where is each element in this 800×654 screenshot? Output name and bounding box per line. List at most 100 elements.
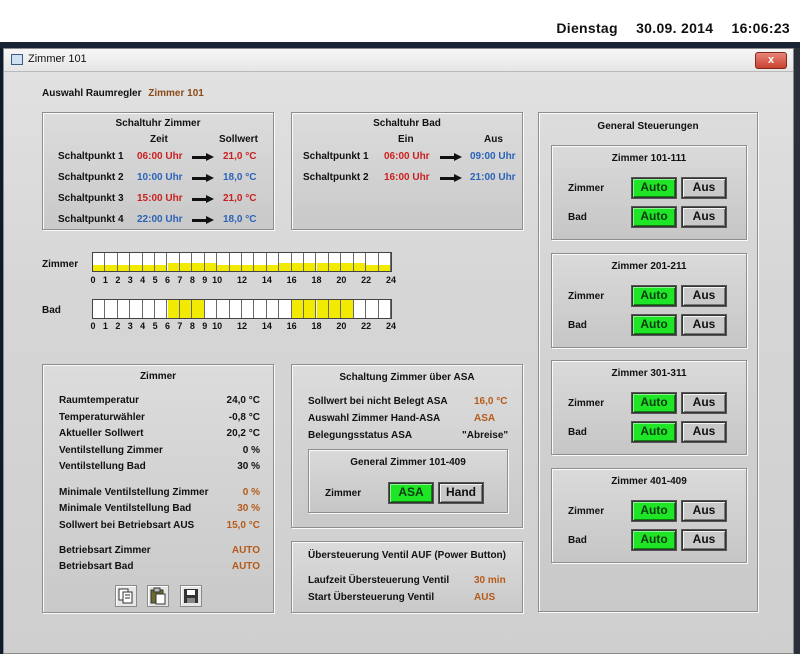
bad-auto-button[interactable]: Auto xyxy=(631,528,677,551)
group-row-zimmer-label: Zimmer xyxy=(568,398,605,409)
save-icon[interactable] xyxy=(180,585,202,607)
date-text: 30.09. 2014 xyxy=(636,20,714,36)
group-row-zimmer-label: Zimmer xyxy=(568,183,605,194)
bad-auto-button[interactable]: Auto xyxy=(631,206,677,228)
schaltpunkt-label: Schaltpunkt 2 xyxy=(303,172,369,183)
override-label: Start Übersteuerung Ventil xyxy=(308,592,435,603)
schaltpunkt-time[interactable]: 22:00 Uhr xyxy=(137,214,183,225)
timeline-bad-slot xyxy=(192,300,205,318)
schaltpunkt-aus[interactable]: 09:00 Uhr xyxy=(470,151,516,162)
zimmer-info-label: Aktueller Sollwert xyxy=(59,428,144,439)
timeline-bad-slot xyxy=(379,300,391,318)
timeline-bad-slot xyxy=(279,300,292,318)
timeline-zimmer-slot xyxy=(179,253,193,271)
zimmer-aus-button[interactable]: Aus xyxy=(681,284,727,307)
timeline-tick-label: 24 xyxy=(385,275,396,285)
zimmer-info-label: Ventilstellung Bad xyxy=(59,461,146,472)
timeline-zimmer-fill xyxy=(341,262,353,271)
timeline-zimmer-slot xyxy=(341,253,354,271)
bad-aus-button[interactable]: Aus xyxy=(681,528,727,551)
col-ein: Ein xyxy=(398,134,414,145)
zimmer-aus-button[interactable]: Aus xyxy=(681,392,727,414)
schaltpunkt-time[interactable]: 15:00 Uhr xyxy=(137,193,183,204)
schaltuhr-bad-panel: Schaltuhr Bad Ein Aus Schaltpunkt 1 06:00… xyxy=(291,112,523,230)
zimmer-auto-button[interactable]: Auto xyxy=(631,499,677,522)
col-aus: Aus xyxy=(484,134,503,145)
asa-label: Sollwert bei nicht Belegt ASA xyxy=(308,396,448,407)
hand-button[interactable]: Hand xyxy=(438,482,484,504)
group-row-bad-label: Bad xyxy=(568,534,587,546)
schaltpunkt-time[interactable]: 06:00 Uhr xyxy=(137,151,183,162)
timeline-tick-label: 22 xyxy=(361,275,372,285)
schaltpunkt-ein[interactable]: 06:00 Uhr xyxy=(384,151,430,162)
timeline-zimmer-fill xyxy=(192,262,204,271)
window-titlebar[interactable]: Zimmer 101 x xyxy=(4,49,793,72)
zimmer-auto-button[interactable]: Auto xyxy=(631,284,677,307)
zimmer-auto-button[interactable]: Auto xyxy=(631,392,677,414)
schaltpunkt-value[interactable]: 18,0 °C xyxy=(223,172,256,183)
zimmer-auto-button[interactable]: Auto xyxy=(631,177,677,199)
timeline-zimmer-slot xyxy=(366,253,379,271)
asa-button[interactable]: ASA xyxy=(388,482,434,504)
system-topbar: Dienstag 30.09. 2014 16:06:23 xyxy=(0,0,800,42)
timeline-tick-label: 16 xyxy=(286,275,297,285)
asa-label: Auswahl Zimmer Hand-ASA xyxy=(308,413,441,424)
timeline-tick-label: 24 xyxy=(385,321,396,331)
schaltuhr-zimmer-panel: Schaltuhr Zimmer Zeit Sollwert Schaltpun… xyxy=(42,112,274,230)
timeline-bad-slot xyxy=(130,300,143,318)
timeline-zimmer-fill xyxy=(316,262,328,271)
bad-aus-button[interactable]: Aus xyxy=(681,421,727,443)
timeline-zimmer-fill xyxy=(328,262,341,271)
schaltpunkt-label: Schaltpunkt 4 xyxy=(58,214,124,225)
timeline-zimmer-slot xyxy=(167,253,180,271)
timeline-bad-slot xyxy=(341,300,354,318)
timeline-zimmer-slot xyxy=(130,253,143,271)
window-title: Zimmer 101 xyxy=(28,53,87,65)
bad-auto-button[interactable]: Auto xyxy=(631,421,677,443)
copy-icon[interactable] xyxy=(115,585,137,607)
timeline-bad-bar xyxy=(92,299,392,319)
timeline-zimmer-slot xyxy=(353,253,367,271)
group-title: Zimmer 201-211 xyxy=(611,260,687,272)
timeline-tick-label: 10 xyxy=(212,321,223,331)
desktop-right-strip xyxy=(794,48,800,654)
timeline-zimmer-slot xyxy=(217,253,230,271)
timeline-zimmer-fill xyxy=(304,262,316,271)
zimmer-aus-button[interactable]: Aus xyxy=(681,177,727,199)
timeline-zimmer-fill xyxy=(378,264,390,271)
timeline-tick-label: 12 xyxy=(236,321,247,331)
timeline-zimmer-slot xyxy=(279,253,292,271)
asa-panel: Schaltung Zimmer über ASA General Zimmer… xyxy=(291,364,523,528)
zimmer-aus-button[interactable]: Aus xyxy=(681,499,727,522)
arrow-right-icon xyxy=(440,153,462,161)
room-selector-label: Auswahl Raumregler xyxy=(42,88,142,99)
zimmer-info-value: 30 % xyxy=(237,461,260,472)
paste-icon[interactable] xyxy=(147,585,169,607)
timeline-zimmer-fill xyxy=(366,264,378,271)
window-icon xyxy=(11,54,23,65)
close-button[interactable]: x xyxy=(755,52,787,69)
timeline-zimmer-bar xyxy=(92,252,392,272)
zimmer-info-value: 30 % xyxy=(237,503,260,514)
timeline-bad-slot xyxy=(230,300,242,318)
general-steuerungen-panel: General Steuerungen Zimmer 101-111 Zimmer… xyxy=(538,112,758,612)
bad-aus-button[interactable]: Aus xyxy=(681,313,727,336)
schaltpunkt-value[interactable]: 21,0 °C xyxy=(223,193,256,204)
bad-aus-button[interactable]: Aus xyxy=(681,206,727,228)
schaltpunkt-value[interactable]: 21,0 °C xyxy=(223,151,256,162)
zimmer-info-label: Raumtemperatur xyxy=(59,395,140,406)
schaltpunkt-time[interactable]: 10:00 Uhr xyxy=(137,172,183,183)
room-selector-value[interactable]: Zimmer 101 xyxy=(148,88,204,99)
timeline-zimmer-fill xyxy=(353,262,366,271)
schaltpunkt-aus[interactable]: 21:00 Uhr xyxy=(470,172,516,183)
day-text: Dienstag xyxy=(556,20,618,36)
bad-auto-button[interactable]: Auto xyxy=(631,313,677,336)
zimmer-info-label: Minimale Ventilstellung Bad xyxy=(59,503,192,514)
zimmer-info-panel: Zimmer Raumtemperatur 24,0 °C Temperaturwä… xyxy=(42,364,274,613)
zimmer-info-label: Betriebsart Bad xyxy=(59,561,134,572)
timeline-bad-slot xyxy=(316,300,329,318)
zimmer-info-value: 0 % xyxy=(242,445,260,456)
schaltpunkt-value[interactable]: 18,0 °C xyxy=(223,214,256,225)
timeline-zimmer-slot xyxy=(378,253,391,271)
schaltpunkt-ein[interactable]: 16:00 Uhr xyxy=(384,172,430,183)
